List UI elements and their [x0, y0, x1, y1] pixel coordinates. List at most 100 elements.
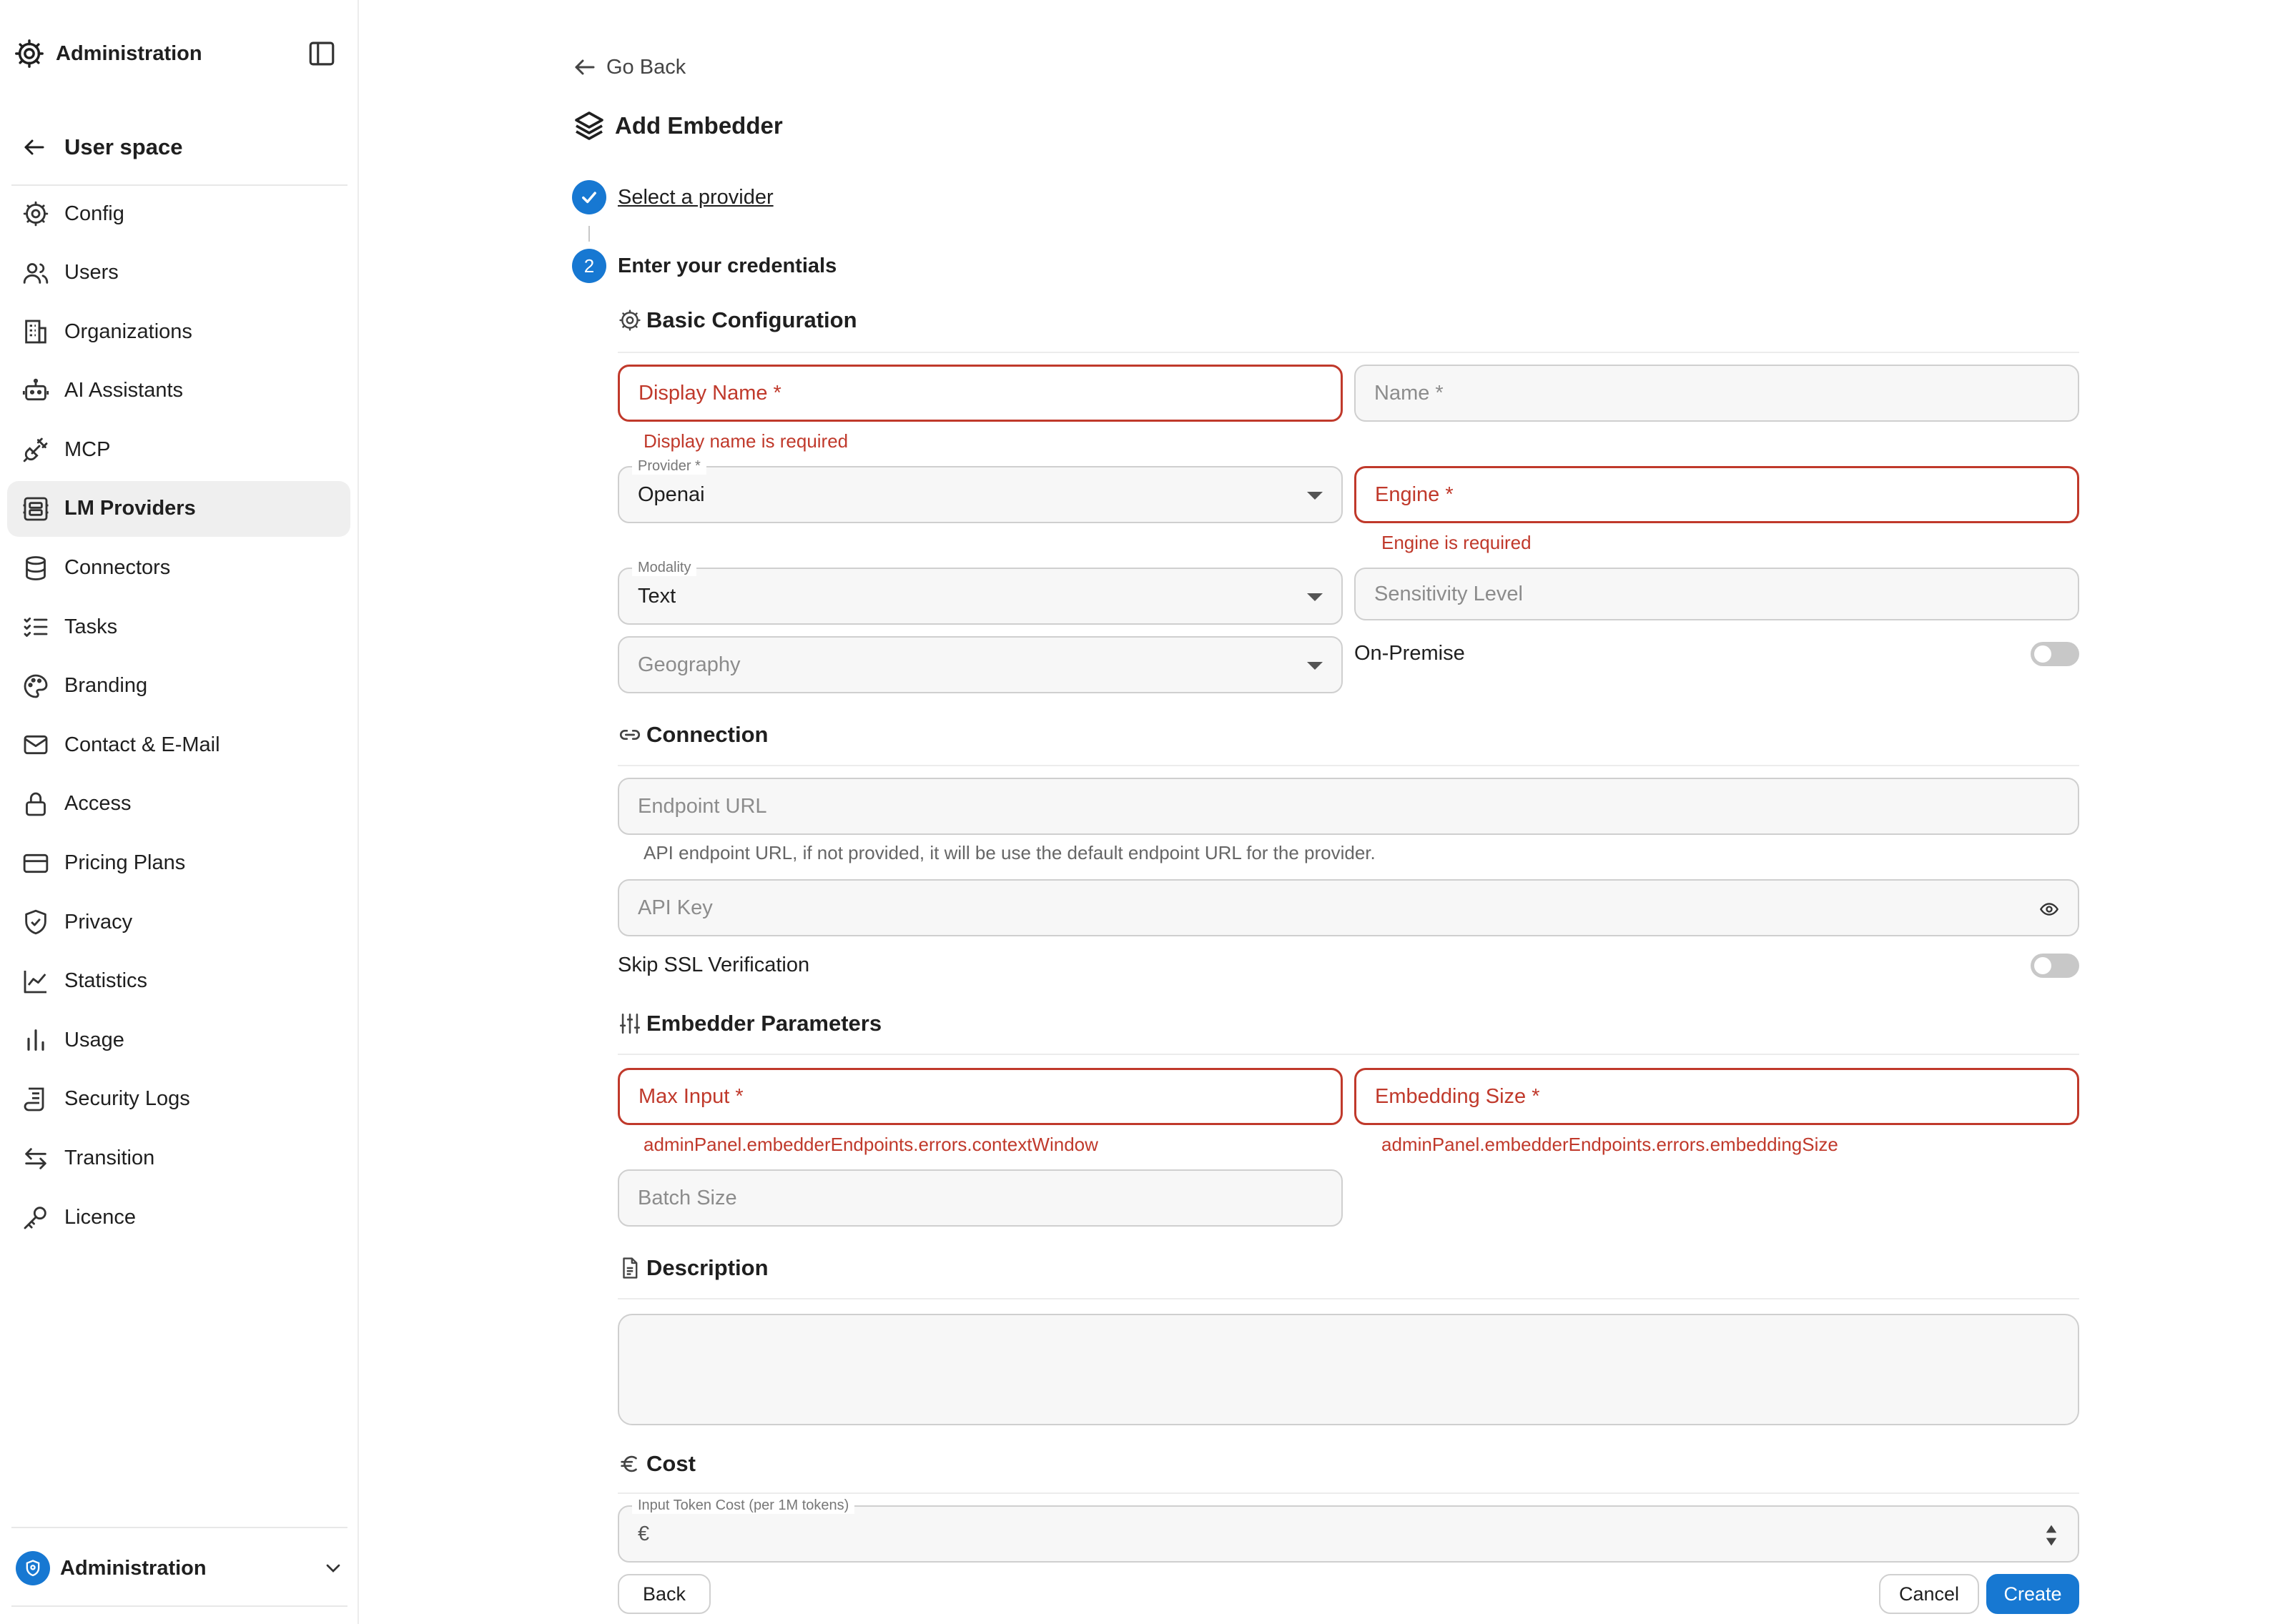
sidebar-brand: Administration [13, 36, 202, 71]
input-token-cost-label: Input Token Cost (per 1M tokens) [632, 1497, 855, 1514]
connection-heading: Connection [618, 722, 2079, 748]
batch-size-field[interactable]: Batch Size [618, 1169, 1343, 1227]
modality-select[interactable]: Modality Text [618, 559, 1343, 625]
endpoint-url-help: API endpoint URL, if not provided, it wi… [644, 842, 1376, 863]
cancel-button[interactable]: Cancel [1879, 1574, 1979, 1614]
page-title-text: Add Embedder [615, 112, 783, 139]
sidebar-item-usage[interactable]: Usage [7, 1012, 350, 1068]
sidebar-footer-divider [11, 1605, 347, 1607]
layers-icon [575, 112, 603, 140]
caret-down-icon [1307, 662, 1323, 670]
sidebar-item-tasks[interactable]: Tasks [7, 599, 350, 655]
embedder-params-heading: Embedder Parameters [618, 1011, 2079, 1036]
sidebar-item-contact-email[interactable]: Contact & E-Mail [7, 717, 350, 773]
stepper-connector [588, 226, 590, 242]
section-divider [618, 765, 2079, 766]
database-icon [26, 555, 46, 580]
step-select-provider-label: Select a provider [618, 185, 774, 209]
sidebar-item-statistics[interactable]: Statistics [7, 954, 350, 1009]
sidebar-item-config[interactable]: Config [7, 186, 350, 242]
chevron-down-icon [326, 1564, 340, 1573]
go-back-label: Go Back [606, 55, 686, 79]
sidebar-item-access[interactable]: Access [7, 776, 350, 832]
caret-down-icon [1307, 593, 1323, 601]
section-divider [618, 1492, 2079, 1494]
step-select-provider[interactable]: Select a provider [572, 180, 774, 214]
credit-card-icon [23, 853, 49, 873]
endpoint-url-input[interactable]: Endpoint URL [618, 778, 2079, 835]
sidebar: Administration User space Config Users O… [0, 0, 359, 1624]
caret-down-icon [1307, 492, 1323, 500]
input-token-cost-field[interactable]: Input Token Cost (per 1M tokens) € [618, 1497, 2079, 1563]
arrow-left-icon [24, 139, 44, 155]
main-content: Go Back Add Embedder Select a provider 2… [359, 0, 2288, 1624]
link-icon [619, 729, 641, 741]
lock-icon [26, 792, 46, 816]
bar-chart-icon [27, 1029, 44, 1051]
number-stepper-icon[interactable] [2043, 1522, 2059, 1548]
on-premise-toggle[interactable] [2031, 642, 2079, 666]
max-input-field[interactable]: Max Input * [618, 1068, 1343, 1125]
sidebar-bottom-divider [11, 1527, 347, 1528]
check-icon [572, 180, 606, 214]
sidebar-item-security-logs[interactable]: Security Logs [7, 1071, 350, 1127]
sidebar-item-privacy[interactable]: Privacy [7, 894, 350, 950]
cost-heading: Cost [618, 1451, 2079, 1477]
skip-ssl-toggle[interactable] [2031, 954, 2079, 978]
plug-icon [23, 437, 48, 462]
gear-icon [619, 310, 641, 331]
sensitivity-level-select[interactable]: Sensitivity Level [1354, 568, 2079, 620]
display-name-error: Display name is required [644, 430, 849, 452]
eye-icon[interactable] [2039, 899, 2059, 919]
engine-input[interactable]: Engine * [1354, 466, 2079, 523]
sidebar-item-mcp[interactable]: MCP [7, 422, 350, 477]
sidebar-title: Administration [56, 41, 202, 65]
provider-label: Provider * [632, 457, 706, 475]
sidebar-nav: Config Users Organizations AI Assistants… [7, 186, 350, 1249]
modality-label: Modality [632, 559, 697, 576]
building-icon [25, 320, 46, 344]
skip-ssl-label: Skip SSL Verification [618, 954, 810, 976]
line-chart-icon [24, 970, 46, 994]
shield-icon [25, 909, 46, 935]
sidebar-item-ai-assistants[interactable]: AI Assistants [7, 363, 350, 419]
user-space-link[interactable]: User space [21, 134, 182, 160]
server-icon [23, 497, 49, 521]
palette-icon [24, 674, 48, 698]
sidebar-item-branding[interactable]: Branding [7, 658, 350, 714]
provider-select[interactable]: Provider * Openai [618, 457, 1343, 523]
name-input[interactable]: Name * [1354, 365, 2079, 422]
on-premise-label: On-Premise [1354, 642, 1465, 665]
go-back-link[interactable]: Go Back [572, 54, 686, 80]
sidebar-item-transition[interactable]: Transition [7, 1131, 350, 1187]
section-divider [618, 1298, 2079, 1299]
max-input-error: adminPanel.embedderEndpoints.errors.cont… [644, 1134, 1098, 1155]
embedding-size-error: adminPanel.embedderEndpoints.errors.embe… [1381, 1134, 1838, 1155]
embedding-size-field[interactable]: Embedding Size * [1354, 1068, 2079, 1125]
sidebar-item-users[interactable]: Users [7, 245, 350, 301]
description-textarea[interactable] [618, 1314, 2079, 1425]
admin-shield-icon [16, 1551, 50, 1585]
geography-select[interactable]: Geography [618, 636, 1343, 693]
user-space-label: User space [64, 134, 183, 159]
basic-config-heading: Basic Configuration [618, 307, 2079, 333]
sidebar-item-pricing-plans[interactable]: Pricing Plans [7, 836, 350, 891]
back-button[interactable]: Back [618, 1574, 711, 1614]
display-name-input[interactable]: Display Name * [618, 365, 1343, 422]
workspace-switcher-label: Administration [60, 1556, 207, 1580]
sidebar-item-connectors[interactable]: Connectors [7, 540, 350, 596]
step-credentials-label: Enter your credentials [618, 254, 837, 277]
sidebar-item-organizations[interactable]: Organizations [7, 304, 350, 360]
workspace-switcher[interactable]: Administration [16, 1548, 345, 1588]
key-icon [24, 1207, 46, 1229]
section-divider [618, 352, 2079, 353]
sidebar-toggle-icon[interactable] [306, 39, 337, 69]
section-divider [618, 1054, 2079, 1055]
robot-icon [22, 378, 49, 400]
api-key-input[interactable]: API Key [618, 879, 2079, 936]
sidebar-item-lm-providers[interactable]: LM Providers [7, 480, 350, 537]
euro-icon [621, 1455, 637, 1472]
gear-icon [23, 201, 49, 227]
sidebar-item-licence[interactable]: Licence [7, 1189, 350, 1245]
create-button[interactable]: Create [1986, 1574, 2079, 1614]
